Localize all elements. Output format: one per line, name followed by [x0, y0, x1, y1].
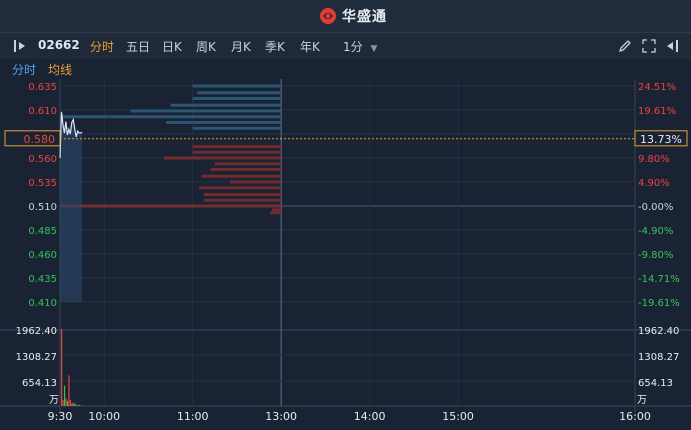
- order-book-bar: [270, 211, 282, 215]
- volume-bar: [61, 329, 63, 406]
- volume-tick-label-right: 1308.27: [638, 352, 679, 363]
- tab-intraday[interactable]: 分时: [90, 38, 114, 55]
- brand-logo-icon: [320, 8, 336, 24]
- volume-bar: [80, 405, 82, 406]
- price-area: [60, 111, 83, 302]
- order-book-bar: [203, 198, 282, 202]
- volume-tick-label: 1962.40: [16, 326, 57, 337]
- volume-bar: [74, 403, 76, 406]
- price-tick-label: 0.510: [28, 202, 57, 213]
- order-book-bar: [199, 186, 282, 190]
- price-tick-label: 0.560: [28, 154, 57, 165]
- volume-bar: [66, 400, 69, 406]
- order-book-bar: [230, 180, 282, 184]
- tab-five-day[interactable]: 五日: [126, 38, 150, 55]
- indicator-average-label: 均线: [48, 63, 73, 77]
- current-price-label: 0.580: [24, 133, 56, 146]
- volume-tick-label-right: 1962.40: [638, 326, 679, 337]
- price-tick-label: 0.535: [28, 178, 57, 189]
- order-book-bar: [60, 204, 282, 208]
- tab-quarterly-k[interactable]: 季K: [265, 38, 285, 55]
- time-tick-label: 11:00: [177, 410, 209, 423]
- volume-tick-label: 1308.27: [16, 352, 57, 363]
- percent-tick-label: -0.00%: [638, 202, 673, 213]
- order-book-bar: [210, 168, 282, 172]
- order-book-bar: [214, 162, 282, 166]
- price-tick-label: 0.635: [28, 82, 57, 93]
- percent-tick-label: -9.80%: [638, 250, 673, 261]
- volume-bar: [72, 402, 74, 406]
- percent-tick-label: 9.80%: [638, 154, 670, 165]
- order-book-bar: [197, 91, 282, 95]
- time-tick-label: 14:00: [354, 410, 386, 423]
- time-tick-label: 16:00: [619, 410, 651, 423]
- indicator-bar: 分时 均线: [0, 59, 691, 79]
- price-tick-label: 0.410: [28, 298, 57, 309]
- volume-tick-label-right: 654.13: [638, 378, 673, 389]
- order-book-bar: [192, 126, 282, 130]
- time-tick-label: 15:00: [442, 410, 474, 423]
- volume-bar: [77, 405, 79, 406]
- volume-unit-right: 万: [637, 395, 647, 406]
- order-book-bar: [203, 192, 282, 196]
- tab-daily-k[interactable]: 日K: [162, 38, 182, 55]
- expand-icon[interactable]: [641, 38, 657, 54]
- time-tick-label: 13:00: [265, 410, 297, 423]
- order-book-bar: [272, 208, 282, 212]
- percent-tick-label: 4.90%: [638, 178, 670, 189]
- indicator-intraday-label: 分时: [12, 63, 37, 77]
- price-tick-label: 0.610: [28, 106, 57, 117]
- percent-tick-label: -14.71%: [638, 274, 680, 285]
- order-book-bar: [192, 96, 282, 100]
- brand: 华盛通: [318, 7, 387, 25]
- volume-bar: [78, 404, 80, 406]
- volume-bar: [69, 400, 72, 406]
- tab-yearly-k[interactable]: 年K: [300, 38, 320, 55]
- volume-tick-label: 654.13: [22, 378, 57, 389]
- intraday-chart: 0.63524.51%0.61019.61%0.58514.71%0.5609.…: [0, 79, 691, 423]
- volume-unit-left: 万: [49, 395, 59, 406]
- price-tick-label: 0.435: [28, 274, 57, 285]
- order-book-bar: [130, 109, 282, 113]
- interval-value: 1分: [343, 40, 363, 54]
- collapse-sidebar-icon[interactable]: [12, 38, 28, 54]
- pin-sidebar-icon[interactable]: [664, 38, 680, 54]
- order-book-bar: [170, 103, 282, 107]
- stock-code: 02662: [38, 38, 80, 52]
- current-pct-label: 13.73%: [640, 133, 682, 146]
- price-tick-label: 0.460: [28, 250, 57, 261]
- percent-tick-label: -4.90%: [638, 226, 673, 237]
- order-book-bar: [201, 174, 282, 178]
- order-book-bar: [163, 156, 282, 160]
- volume-bar: [63, 385, 66, 406]
- chevron-down-icon: ▼: [370, 44, 378, 54]
- order-book-bar: [166, 120, 282, 124]
- percent-tick-label: 19.61%: [638, 106, 676, 117]
- volume-bar: [68, 375, 70, 406]
- volume-bar: [71, 403, 73, 406]
- pencil-icon[interactable]: [617, 38, 633, 54]
- percent-tick-label: 24.51%: [638, 82, 676, 93]
- interval-select[interactable]: 1分 ▼: [343, 38, 377, 55]
- order-book-bar: [192, 150, 282, 154]
- order-book-bar: [192, 84, 282, 88]
- brand-name: 华盛通: [342, 9, 387, 25]
- percent-tick-label: -19.61%: [638, 298, 680, 309]
- price-tick-label: 0.485: [28, 226, 57, 237]
- volume-bar: [75, 404, 77, 406]
- volume-bar: [62, 400, 64, 406]
- tab-weekly-k[interactable]: 周K: [196, 38, 216, 55]
- order-book-bar: [60, 115, 282, 119]
- title-bar: 华盛通: [0, 0, 691, 33]
- toolbar: 02662 分时 五日 日K 周K 月K 季K 年K 1分 ▼: [0, 33, 691, 59]
- order-book-bar: [192, 144, 282, 148]
- volume-bar: [65, 398, 67, 406]
- time-tick-label: 9:30: [48, 410, 73, 423]
- time-tick-label: 10:00: [88, 410, 120, 423]
- tab-monthly-k[interactable]: 月K: [231, 38, 251, 55]
